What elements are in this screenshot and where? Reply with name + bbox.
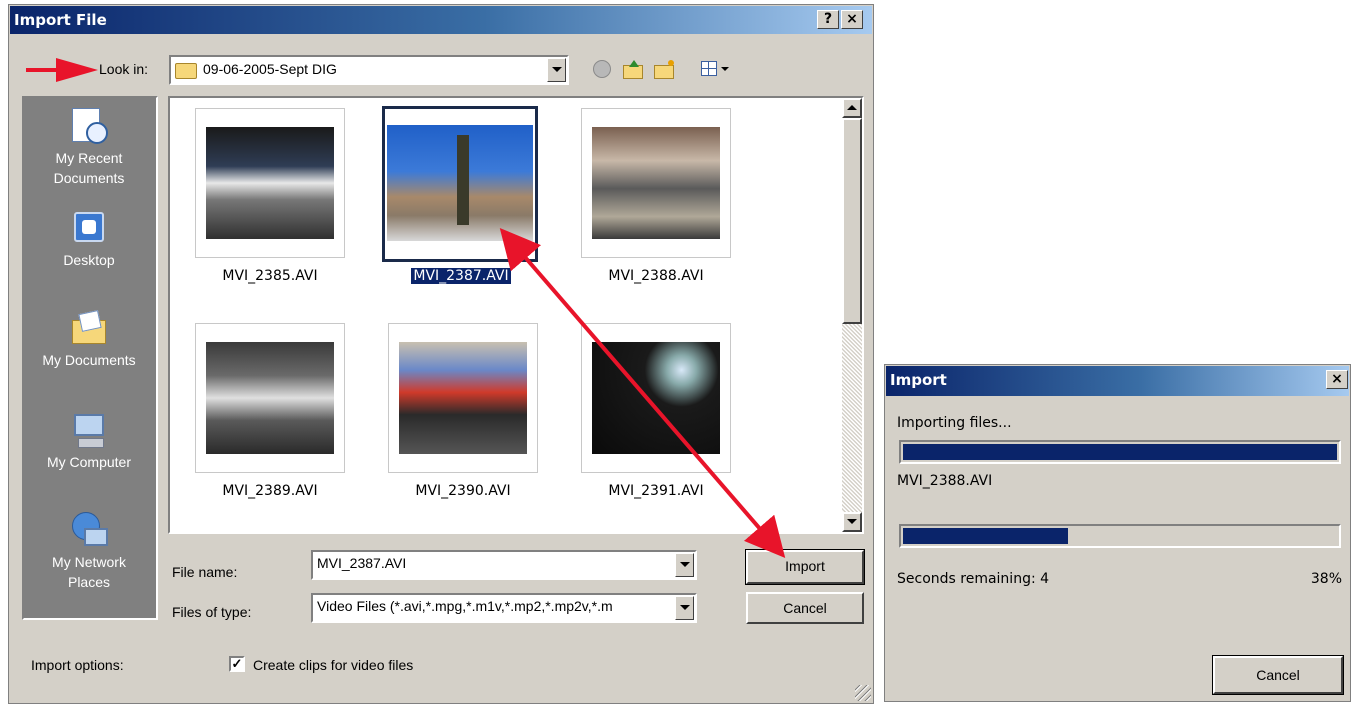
- places-label: My Computer: [46, 454, 132, 470]
- current-file-name: MVI_2388.AVI: [897, 473, 993, 489]
- file-thumbnail[interactable]: [581, 108, 731, 258]
- my-documents-icon: [68, 308, 110, 348]
- selected-file-name: MVI_2387.AVI: [410, 267, 512, 285]
- files-of-type-label: Files of type:: [172, 604, 252, 620]
- chevron-down-icon[interactable]: [547, 58, 566, 82]
- close-button[interactable]: ×: [841, 10, 863, 29]
- dialog-title: Import: [890, 371, 947, 389]
- places-item-recent[interactable]: My Recent Documents: [24, 106, 154, 188]
- chevron-down-icon[interactable]: [675, 596, 694, 620]
- places-bar: My Recent Documents Desktop My Documents…: [22, 96, 158, 620]
- scroll-up-button[interactable]: [842, 98, 862, 118]
- files-of-type-select[interactable]: Video Files (*.avi,*.mpg,*.m1v,*.mp2,*.m…: [311, 593, 697, 623]
- desktop-icon: [68, 208, 110, 248]
- look-in-value: 09-06-2005-Sept DIG: [203, 61, 337, 77]
- file-name-field[interactable]: MVI_2387.AVI: [311, 550, 697, 580]
- file-name-value: MVI_2387.AVI: [317, 555, 407, 571]
- places-label: Desktop: [63, 252, 115, 268]
- close-button[interactable]: ×: [1326, 370, 1348, 389]
- file-name-caption[interactable]: MVI_2390.AVI: [373, 483, 553, 499]
- places-item-network[interactable]: My Network Places: [24, 510, 154, 592]
- file-name-label: File name:: [172, 564, 238, 580]
- file-thumbnail-selected[interactable]: [382, 106, 538, 262]
- places-item-my-documents[interactable]: My Documents: [24, 308, 154, 370]
- folder-icon: [175, 63, 197, 79]
- import-file-dialog: Import File ? × Look in: 09-06-2005-Sept…: [8, 4, 874, 704]
- back-icon[interactable]: [593, 60, 611, 78]
- places-label: My Documents: [42, 352, 136, 368]
- places-label: My Recent Documents: [53, 150, 125, 186]
- file-thumbnail[interactable]: [388, 323, 538, 473]
- file-name-caption[interactable]: MVI_2387.AVI: [371, 267, 551, 285]
- status-text: Importing files...: [897, 415, 1012, 431]
- import-button[interactable]: Import: [745, 549, 865, 585]
- video-thumbnail-image: [592, 342, 720, 454]
- resize-grip[interactable]: [855, 685, 871, 701]
- video-thumbnail-image: [206, 127, 334, 239]
- scroll-thumb[interactable]: [842, 118, 862, 324]
- scroll-down-button[interactable]: [842, 512, 862, 532]
- file-name-caption[interactable]: MVI_2391.AVI: [566, 483, 746, 499]
- video-thumbnail-image: [387, 125, 533, 241]
- overall-progress-bar: [899, 440, 1341, 464]
- up-folder-icon[interactable]: [623, 60, 643, 79]
- vertical-scrollbar[interactable]: [842, 98, 862, 532]
- title-bar[interactable]: Import File ? ×: [10, 6, 872, 34]
- progress-fill: [903, 528, 1068, 544]
- file-name-caption[interactable]: MVI_2385.AVI: [180, 268, 360, 284]
- files-of-type-value: Video Files (*.avi,*.mpg,*.m1v,*.mp2,*.m…: [317, 598, 613, 614]
- my-computer-icon: [68, 410, 110, 450]
- places-item-desktop[interactable]: Desktop: [24, 208, 154, 270]
- seconds-remaining-text: Seconds remaining: 4: [897, 571, 1050, 587]
- video-thumbnail-image: [206, 342, 334, 454]
- percent-text: 38%: [1310, 571, 1342, 587]
- title-bar[interactable]: Import ×: [886, 366, 1349, 396]
- file-thumbnail[interactable]: [195, 323, 345, 473]
- dialog-title: Import File: [14, 11, 107, 29]
- new-folder-icon[interactable]: [654, 60, 676, 79]
- create-clips-checkbox[interactable]: ✓: [229, 656, 245, 672]
- video-thumbnail-image: [399, 342, 527, 454]
- look-in-label: Look in:: [99, 61, 149, 77]
- file-name-caption[interactable]: MVI_2389.AVI: [180, 483, 360, 499]
- file-thumbnail[interactable]: [581, 323, 731, 473]
- look-in-combo[interactable]: 09-06-2005-Sept DIG: [169, 55, 569, 85]
- recent-documents-icon: [68, 106, 110, 146]
- places-item-my-computer[interactable]: My Computer: [24, 410, 154, 472]
- cancel-button[interactable]: Cancel: [746, 592, 864, 624]
- import-options-label: Import options:: [31, 657, 124, 673]
- file-list[interactable]: MVI_2385.AVI MVI_2387.AVI MVI_2388.AVI M…: [168, 96, 864, 534]
- file-thumbnail[interactable]: [195, 108, 345, 258]
- cancel-button[interactable]: Cancel: [1212, 655, 1344, 695]
- file-progress-bar: [899, 524, 1341, 548]
- video-thumbnail-image: [592, 127, 720, 239]
- network-places-icon: [68, 510, 110, 550]
- import-progress-dialog: Import × Importing files... MVI_2388.AVI…: [884, 364, 1351, 702]
- file-name-caption[interactable]: MVI_2388.AVI: [566, 268, 746, 284]
- create-clips-label[interactable]: Create clips for video files: [253, 657, 413, 673]
- places-label: My Network Places: [52, 554, 126, 590]
- progress-fill: [903, 444, 1337, 460]
- chevron-down-icon[interactable]: [675, 553, 694, 577]
- view-menu-icon[interactable]: [701, 60, 735, 78]
- help-button[interactable]: ?: [817, 10, 839, 29]
